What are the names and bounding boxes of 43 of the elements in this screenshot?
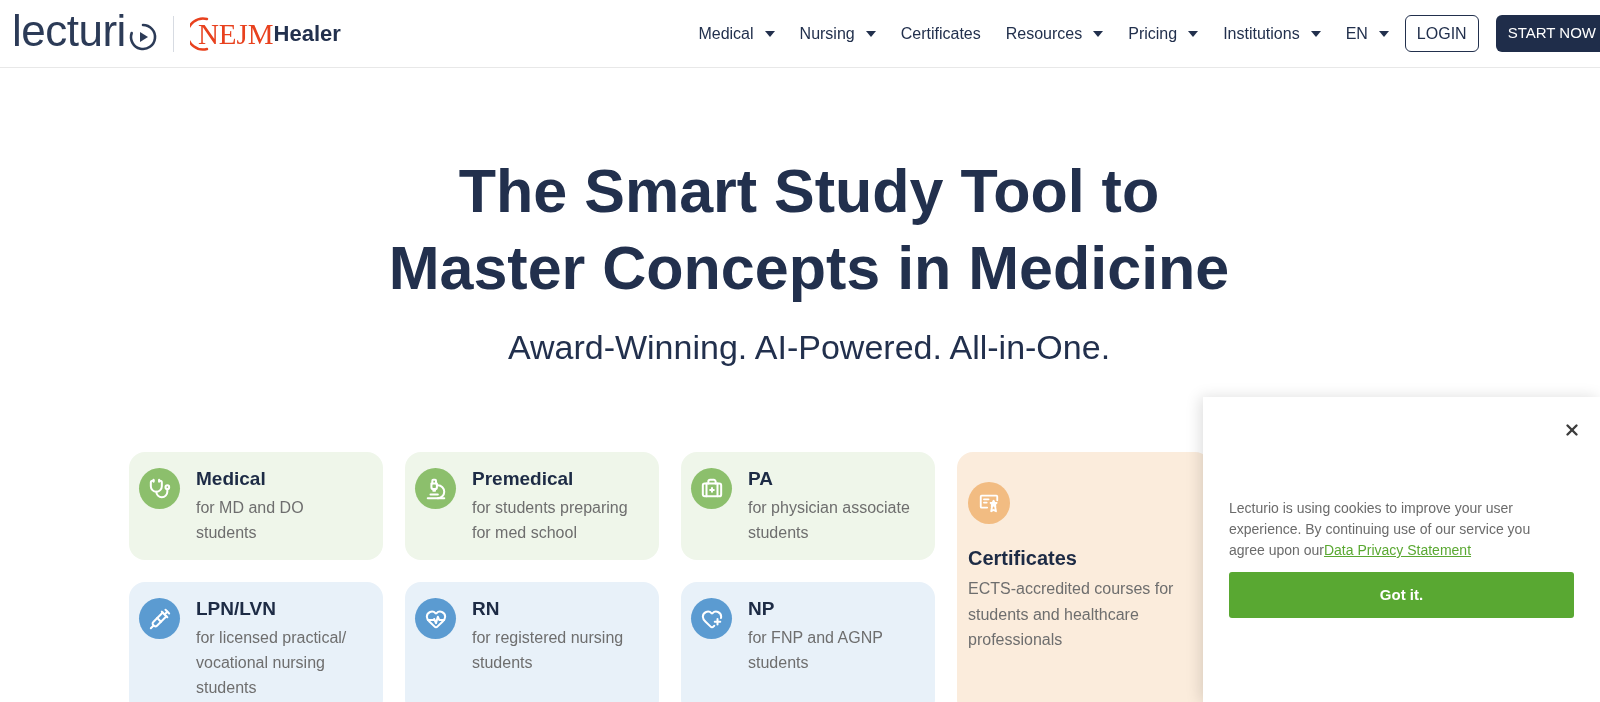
play-circle-icon (127, 22, 158, 52)
card-description: for MD and DO students (196, 498, 305, 543)
card-description: for FNP and AGNP students (748, 628, 884, 673)
category-card[interactable]: Premedical for students preparing for med school (405, 452, 659, 560)
category-card[interactable]: LPN/LVN for licensed practical/ vocational nursing students (129, 582, 383, 702)
card-description: ECTS-accredited courses for students and healthcare professionals (968, 579, 1175, 650)
card-description: for students preparing for med school (472, 498, 629, 543)
card-title: Certificates (968, 547, 1077, 569)
category-card[interactable]: NP for FNP and AGNP students (681, 582, 935, 702)
card-description: for physician associate students (748, 498, 911, 543)
card-title: RN (472, 598, 501, 620)
hero-subtitle: Award-Winning. AI-Powered. All-in-One. (506, 327, 1112, 367)
caret-down-icon (1188, 30, 1199, 37)
logo-wordmark: lecturi (12, 8, 126, 53)
category-card[interactable]: RN for registered nursing students (405, 582, 659, 702)
card-title: Premedical (472, 468, 575, 490)
cookie-message: Lecturio is using cookies to improve your user experience. By continuing use of our service you agree upon ourData Privacy Statement (1229, 499, 1532, 560)
close-icon (1563, 421, 1581, 439)
card-title: LPN/LVN (196, 598, 277, 620)
card-title: PA (748, 468, 774, 490)
nav-link[interactable]: Resources (1005, 21, 1104, 46)
caret-down-icon (1378, 30, 1389, 37)
nav-link[interactable]: Certificates (900, 21, 981, 46)
login-button[interactable]: LOGIN (1404, 15, 1479, 52)
nav-link[interactable]: Pricing (1128, 21, 1199, 46)
nav-link[interactable]: EN (1345, 21, 1389, 46)
partner-logo-name: Healer (273, 19, 341, 48)
category-card[interactable]: PA for physician associate students (681, 452, 935, 560)
card-description: for registered nursing students (472, 628, 625, 673)
card-description: for licensed practical/ vocational nursing students (196, 628, 348, 698)
nav-link[interactable]: Institutions (1223, 21, 1321, 46)
category-card[interactable]: Medical for MD and DO students (129, 452, 383, 560)
nav-link[interactable]: Nursing (799, 21, 876, 46)
start-now-button[interactable]: START NOW (1495, 15, 1600, 52)
caret-down-icon (1093, 30, 1104, 37)
hero-title: The Smart Study Tool to Master Concepts in Medicine (387, 156, 1231, 304)
caret-down-icon (764, 30, 775, 37)
caret-down-icon (865, 30, 876, 37)
nav-link[interactable]: Medical (698, 21, 775, 46)
card-title: NP (748, 598, 776, 620)
caret-down-icon (1310, 30, 1321, 37)
partner-logo-mark: NEJM (197, 18, 274, 49)
card-title: Medical (196, 468, 267, 490)
